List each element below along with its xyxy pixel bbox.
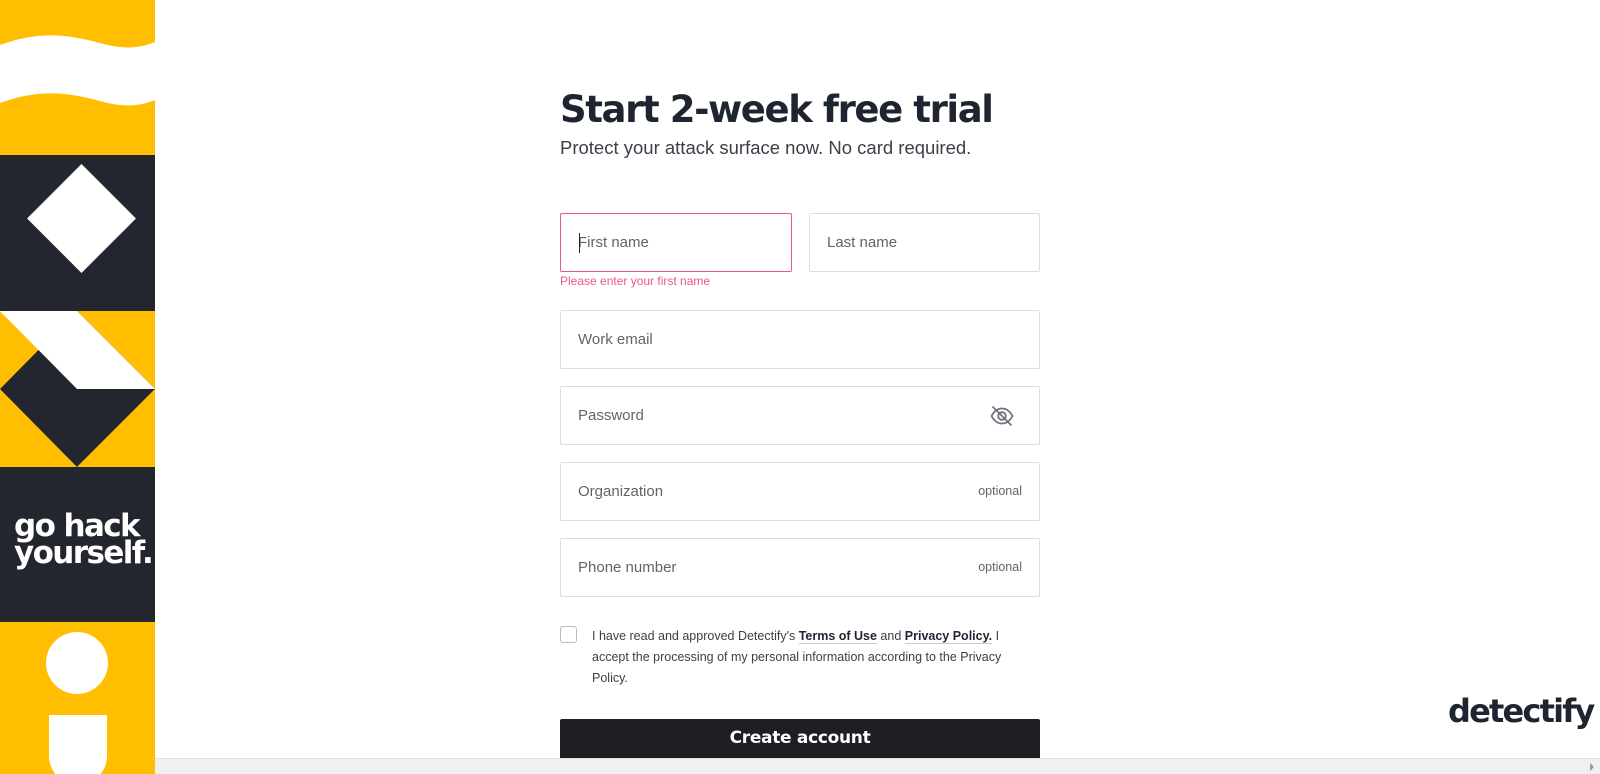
- password-input[interactable]: [578, 387, 1022, 444]
- eye-slash-icon[interactable]: [989, 403, 1015, 429]
- first-name-field[interactable]: [560, 213, 792, 272]
- text-caret: [579, 233, 580, 253]
- organization-field[interactable]: optional: [560, 462, 1040, 521]
- last-name-field[interactable]: [809, 213, 1040, 272]
- first-name-input[interactable]: [578, 214, 774, 271]
- page-subtitle: Protect your attack surface now. No card…: [560, 137, 972, 158]
- consent-text-part-1: I have read and approved Detectify's: [592, 629, 799, 643]
- last-name-input[interactable]: [827, 214, 1022, 271]
- privacy-policy-link[interactable]: Privacy Policy.: [904, 629, 993, 644]
- arrow-shape: [0, 311, 155, 467]
- half-circle-shape: [49, 715, 107, 774]
- dot-pattern-block: [0, 622, 155, 774]
- work-email-field[interactable]: [560, 310, 1040, 369]
- organization-input[interactable]: [578, 463, 1022, 520]
- optional-label: optional: [978, 484, 1022, 498]
- slogan-line-2: yourself.: [14, 535, 154, 571]
- wave-pattern-block: [0, 0, 155, 155]
- arrow-pattern-block: [0, 311, 155, 467]
- first-name-error: Please enter your first name: [560, 274, 711, 288]
- diamond-block: [0, 155, 155, 311]
- slogan-block: go hack yourself.: [0, 467, 155, 622]
- circle-shape: [46, 632, 108, 694]
- slogan: go hack yourself.: [14, 511, 154, 571]
- password-field[interactable]: [560, 386, 1040, 445]
- consent-text-part-2: and: [876, 629, 905, 643]
- phone-number-input[interactable]: [578, 539, 1022, 596]
- phone-number-field[interactable]: optional: [560, 538, 1040, 597]
- scroll-right-arrow-icon[interactable]: [1590, 763, 1594, 771]
- page-title: Start 2-week free trial: [560, 88, 994, 131]
- consent-checkbox[interactable]: [560, 626, 577, 643]
- wave-shape: [0, 35, 155, 106]
- detectify-logo: detectify: [1448, 692, 1595, 730]
- diamond-shape: [27, 164, 136, 273]
- optional-label: optional: [978, 560, 1022, 574]
- horizontal-scrollbar[interactable]: [155, 758, 1600, 774]
- terms-of-use-link[interactable]: Terms of Use: [798, 629, 877, 644]
- decorative-sidebar: go hack yourself.: [0, 0, 155, 774]
- consent-text: I have read and approved Detectify's Ter…: [592, 626, 1032, 689]
- work-email-input[interactable]: [578, 311, 1022, 368]
